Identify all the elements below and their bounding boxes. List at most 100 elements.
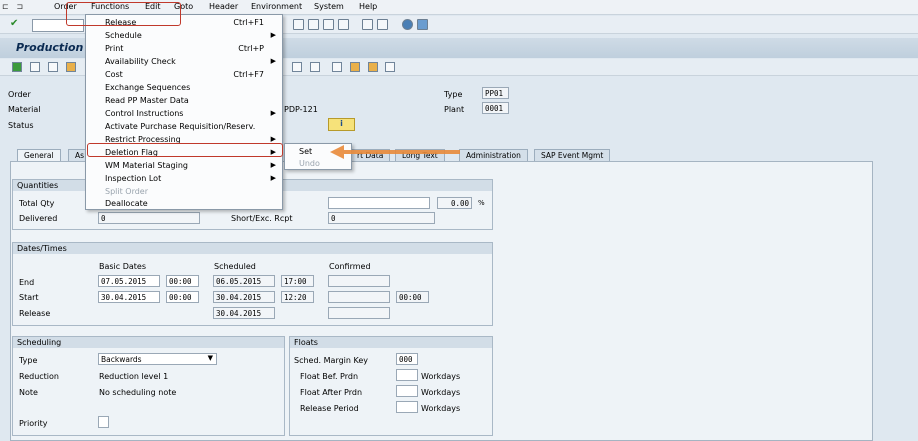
- end-confirmed-date[interactable]: [328, 275, 390, 287]
- print-shortcut: Ctrl+P: [238, 44, 264, 53]
- start-confirmed-date[interactable]: [328, 291, 390, 303]
- float-after-field[interactable]: [396, 385, 418, 397]
- menu-item-deallocate[interactable]: Deallocate: [105, 199, 148, 208]
- components-icon[interactable]: [368, 62, 378, 72]
- release-period-field[interactable]: [396, 401, 418, 413]
- end-basic-date[interactable]: 07.05.2015: [98, 275, 160, 287]
- last-page-icon[interactable]: [338, 19, 349, 30]
- start-sched-time[interactable]: 12:20: [281, 291, 314, 303]
- scheduling-group: Scheduling: [12, 336, 285, 436]
- menu-help[interactable]: Help: [359, 2, 377, 11]
- end-basic-time[interactable]: 00:00: [166, 275, 199, 287]
- material-label: Material: [8, 105, 41, 114]
- start-basic-date[interactable]: 30.04.2015: [98, 291, 160, 303]
- system-menu-icon[interactable]: ⊏: [2, 2, 9, 11]
- tab-administration[interactable]: Administration: [459, 149, 528, 161]
- next-page-icon[interactable]: [323, 19, 334, 30]
- end-sched-date[interactable]: 06.05.2015: [213, 275, 275, 287]
- sched-type-value: Backwards: [101, 355, 142, 364]
- submenu-arrow-icon: ▶: [270, 109, 276, 117]
- margin-key-label: Sched. Margin Key: [294, 356, 369, 365]
- type-field[interactable]: PP01: [482, 87, 509, 99]
- menu-item-exchange-sequences[interactable]: Exchange Sequences: [105, 83, 190, 92]
- menu-environment[interactable]: Environment: [251, 2, 302, 11]
- type-label: Type: [444, 90, 463, 99]
- start-confirmed-time[interactable]: 00:00: [396, 291, 429, 303]
- page-title: Production: [16, 41, 84, 54]
- operations-icon[interactable]: [292, 62, 302, 72]
- status-label: Status: [8, 121, 34, 130]
- submenu-item-undo: Undo: [299, 159, 320, 168]
- menu-item-wm-material-staging[interactable]: WM Material Staging: [105, 161, 188, 170]
- submenu-arrow-icon: ▶: [270, 135, 276, 143]
- delivered-label: Delivered: [19, 214, 58, 223]
- floats-title: Floats: [290, 337, 492, 348]
- grid-icon[interactable]: [385, 62, 395, 72]
- menu-item-read-pp-master-data[interactable]: Read PP Master Data: [105, 96, 189, 105]
- float-before-unit: Workdays: [421, 372, 461, 381]
- start-basic-time[interactable]: 00:00: [166, 291, 199, 303]
- tab-sap-event-mgmt[interactable]: SAP Event Mgmt: [534, 149, 611, 161]
- menu-item-split-order: Split Order: [105, 187, 149, 196]
- menu-header[interactable]: Header: [209, 2, 238, 11]
- priority-label: Priority: [19, 419, 48, 428]
- layout-menu-icon[interactable]: [417, 19, 428, 30]
- end-sched-time[interactable]: 17:00: [281, 275, 314, 287]
- material-value: PDP-121: [284, 105, 318, 114]
- menu-item-print[interactable]: Print: [105, 44, 123, 53]
- submenu-item-set[interactable]: Set: [299, 147, 312, 156]
- end-label: End: [19, 278, 35, 287]
- order-label: Order: [8, 90, 31, 99]
- flag-icon[interactable]: [12, 62, 22, 72]
- shortcut-icon[interactable]: [377, 19, 388, 30]
- window-icons[interactable]: ⊏ ⊐: [2, 2, 23, 11]
- customize-icon[interactable]: ⊐: [16, 2, 23, 11]
- save-icon[interactable]: [48, 62, 58, 72]
- float-before-field[interactable]: [396, 369, 418, 381]
- float-before-label: Float Bef. Prdn: [300, 372, 359, 381]
- info-icon[interactable]: i: [328, 118, 355, 131]
- short-exc-field[interactable]: 0: [328, 212, 435, 224]
- help-icon[interactable]: [402, 19, 413, 30]
- release-confirmed-date[interactable]: [328, 307, 390, 319]
- sched-type-label: Type: [19, 356, 38, 365]
- menu-item-control-instructions[interactable]: Control Instructions: [105, 109, 183, 118]
- first-page-icon[interactable]: [293, 19, 304, 30]
- confirmed-header: Confirmed: [329, 262, 371, 271]
- functions-highlight: [66, 2, 181, 26]
- new-session-icon[interactable]: [362, 19, 373, 30]
- total-qty-unit-field[interactable]: [328, 197, 430, 209]
- start-sched-date[interactable]: 30.04.2015: [213, 291, 275, 303]
- menu-item-schedule[interactable]: Schedule: [105, 31, 142, 40]
- tab-general[interactable]: General: [17, 149, 61, 161]
- delivered-field[interactable]: 0: [98, 212, 200, 224]
- material-icon[interactable]: [66, 62, 76, 72]
- total-qty-label: Total Qty: [19, 199, 55, 208]
- menu-item-cost[interactable]: Cost: [105, 70, 123, 79]
- menu-item-availability-check[interactable]: Availability Check: [105, 57, 176, 66]
- dropdown-arrow-icon[interactable]: ▼: [208, 354, 213, 362]
- structure-icon[interactable]: [350, 62, 360, 72]
- menu-item-inspection-lot[interactable]: Inspection Lot: [105, 174, 161, 183]
- release-sched-date[interactable]: 30.04.2015: [213, 307, 275, 319]
- basic-dates-header: Basic Dates: [99, 262, 147, 271]
- functions-dropdown-menu: Release Ctrl+F1 Schedule ▶ Print Ctrl+P …: [85, 14, 283, 210]
- floats-group: Floats: [289, 336, 493, 436]
- cost-shortcut: Ctrl+F7: [233, 70, 264, 79]
- scheduled-header: Scheduled: [214, 262, 256, 271]
- scrap-pct-field[interactable]: 0.00: [437, 197, 472, 209]
- plant-field[interactable]: 0001: [482, 102, 509, 114]
- copy-icon[interactable]: [30, 62, 40, 72]
- menu-system[interactable]: System: [314, 2, 344, 11]
- margin-key-field[interactable]: 000: [396, 353, 418, 365]
- submenu-arrow-icon: ▶: [270, 31, 276, 39]
- enter-check-icon[interactable]: ✔: [10, 18, 22, 30]
- menu-item-activate-purch-req[interactable]: Activate Purchase Requisition/Reserv.: [105, 122, 255, 131]
- sched-type-select[interactable]: Backwards ▼: [98, 353, 217, 365]
- float-after-label: Float After Prdn: [300, 388, 363, 397]
- deletion-flag-highlight: [87, 143, 283, 157]
- priority-field[interactable]: [98, 416, 109, 428]
- list-icon[interactable]: [332, 62, 342, 72]
- previous-page-icon[interactable]: [308, 19, 319, 30]
- tag-icon[interactable]: [310, 62, 320, 72]
